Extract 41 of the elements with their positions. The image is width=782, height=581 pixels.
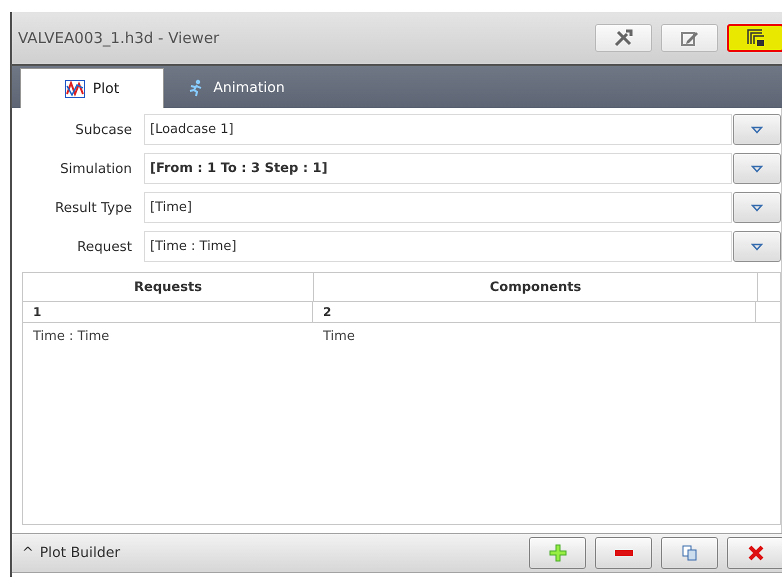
edit-button[interactable]	[661, 24, 718, 52]
column-number: 2	[313, 302, 756, 322]
dropdown-field[interactable]: [Time]	[144, 192, 732, 223]
dropdown-arrow-icon	[751, 204, 763, 212]
column-header: Components	[314, 273, 758, 301]
dropdown-arrow-icon	[751, 164, 763, 172]
window-title: VALVEA003_1.h3d - Viewer	[17, 29, 220, 47]
close-icon	[748, 545, 764, 561]
plus-icon	[548, 544, 566, 562]
dropdown-button[interactable]	[733, 114, 781, 145]
chart-icon	[64, 80, 85, 98]
dropdown-arrow-icon	[751, 242, 763, 250]
windows-icon	[746, 28, 766, 48]
minus-icon	[614, 550, 632, 556]
expand-toggle[interactable]: ^	[12, 545, 40, 561]
tools-button[interactable]	[595, 24, 652, 52]
panel-title: Plot Builder	[40, 545, 120, 561]
field-label: Request	[76, 238, 133, 254]
field-label: Subcase	[74, 122, 133, 138]
dropdown-field[interactable]: [Loadcase 1]	[144, 114, 732, 145]
dropdown-button[interactable]	[733, 192, 781, 223]
copy-button[interactable]	[661, 537, 718, 569]
table-cell-text: Time : Time	[32, 328, 110, 346]
delete-button[interactable]	[727, 537, 782, 569]
dropdown-button[interactable]	[733, 231, 781, 262]
add-button[interactable]	[529, 537, 586, 569]
dropdown-field[interactable]: [Time : Time]	[144, 231, 732, 262]
column-number: 1	[23, 302, 313, 322]
dropdown-arrow-icon	[751, 126, 763, 134]
remove-button[interactable]	[595, 537, 652, 569]
table-cell-text: Time	[322, 328, 356, 346]
field-label: Result Type	[54, 200, 133, 216]
dropdown-button[interactable]	[733, 153, 781, 184]
copy-icon	[682, 545, 698, 561]
tab[interactable]: Plot	[20, 68, 164, 108]
tab[interactable]: Animation	[164, 68, 308, 108]
layout-button[interactable]	[727, 24, 782, 52]
dropdown-field[interactable]: [From : 1 To : 3 Step : 1]	[144, 153, 732, 184]
column-header: Requests	[23, 273, 314, 301]
pencil-icon	[680, 29, 700, 47]
field-label: Simulation	[59, 160, 133, 176]
